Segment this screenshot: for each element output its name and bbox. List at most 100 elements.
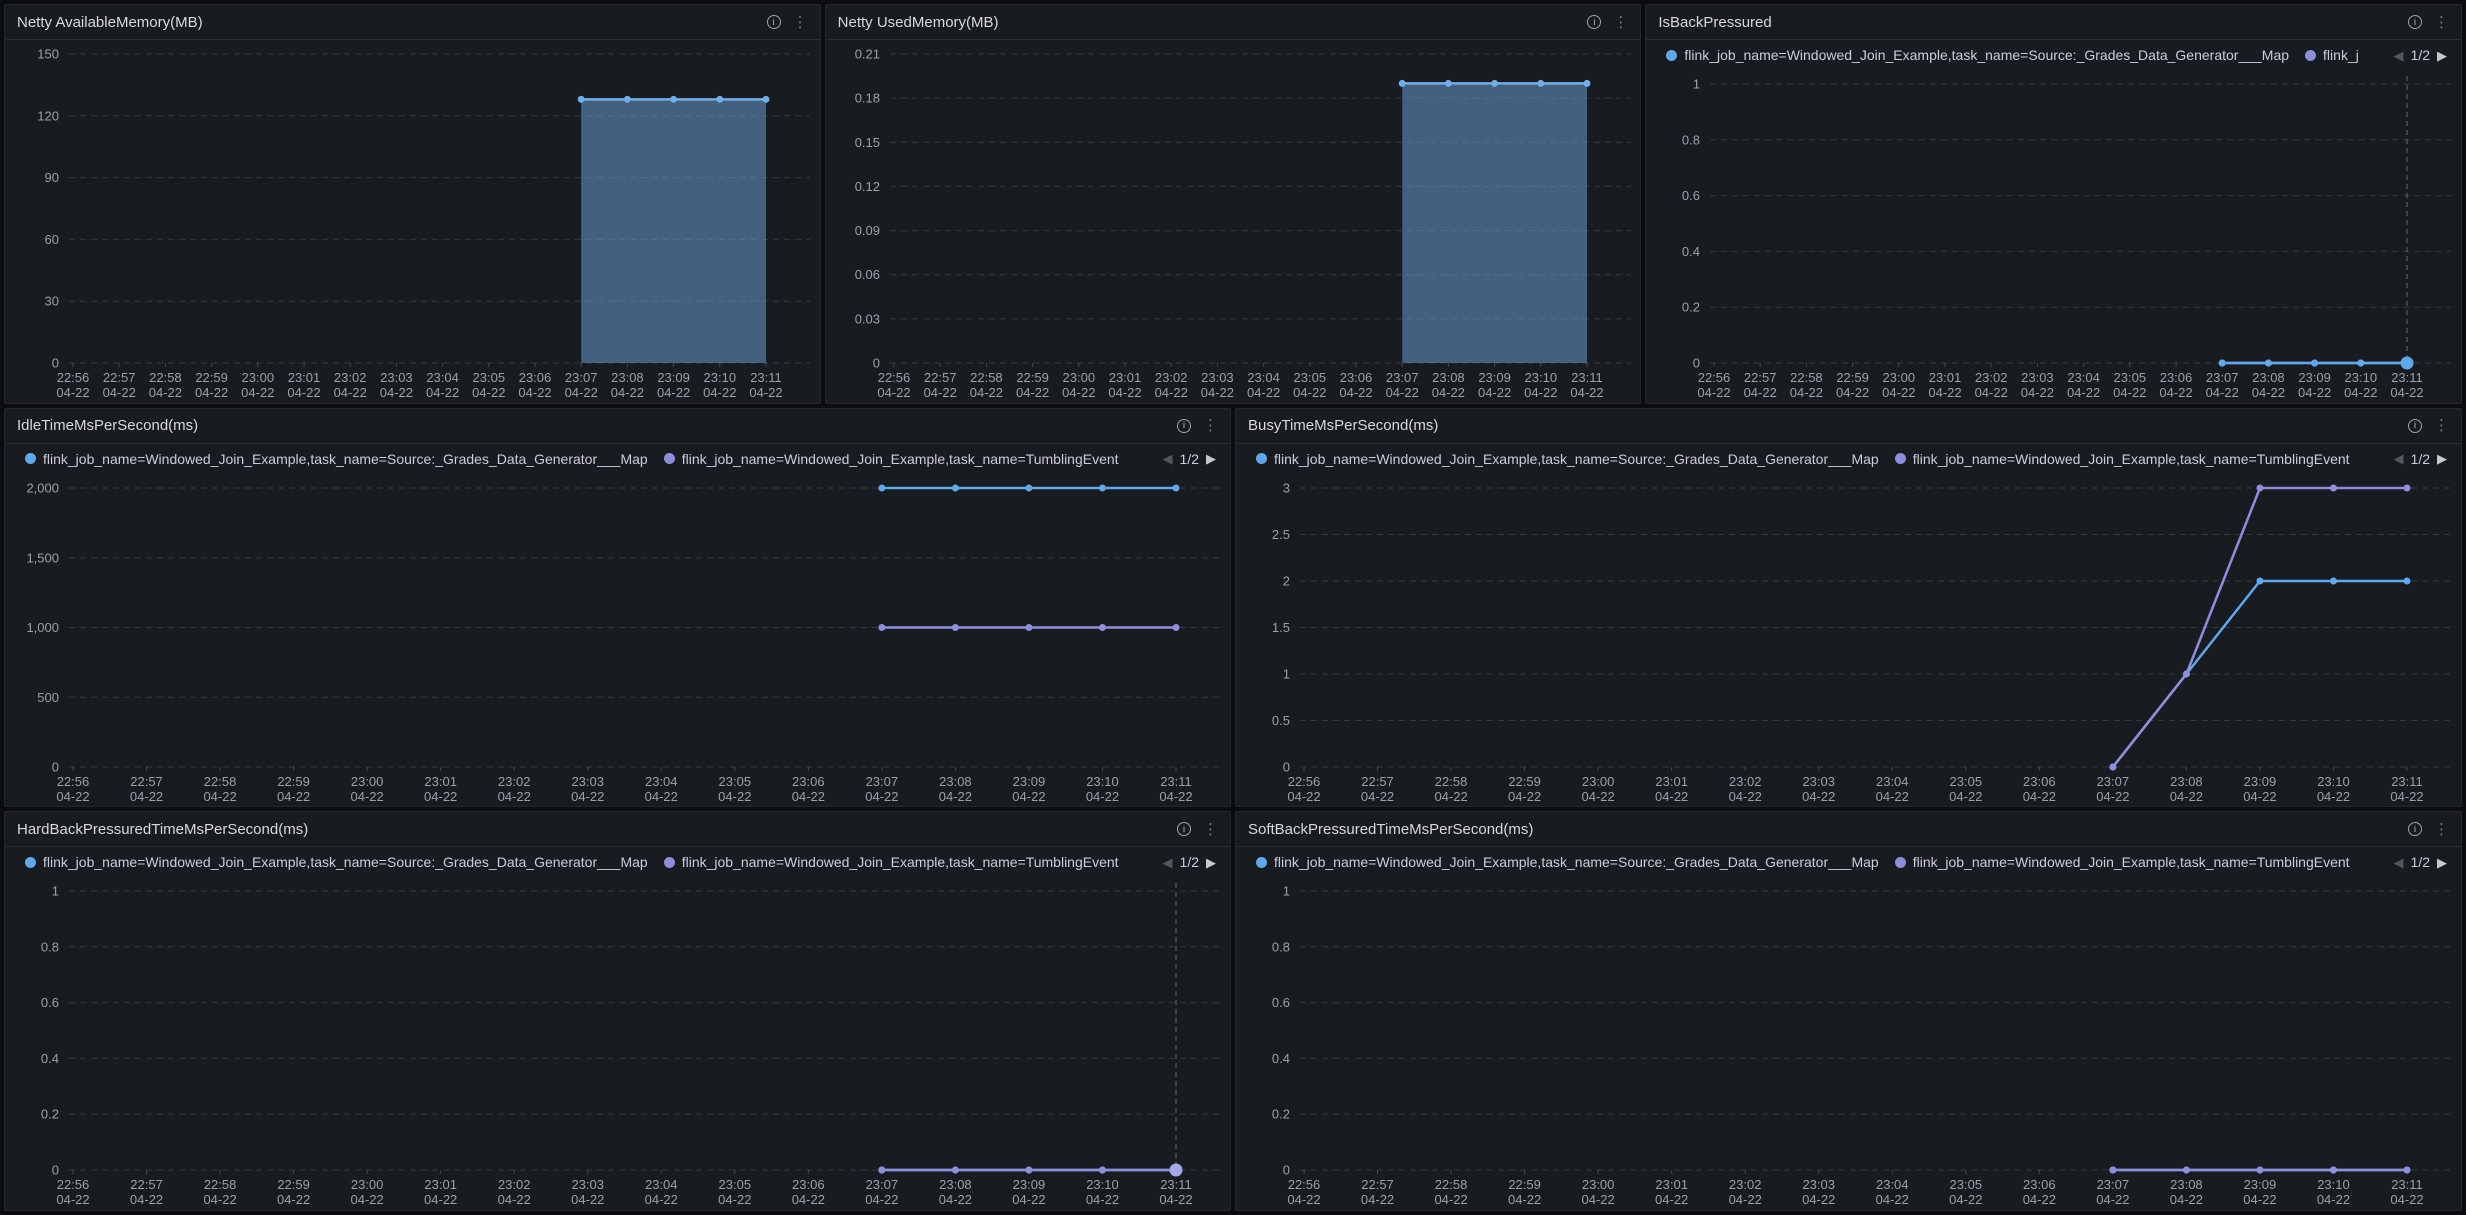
svg-text:04-22: 04-22	[334, 385, 367, 400]
svg-text:23:10: 23:10	[2317, 1177, 2350, 1192]
info-icon[interactable]	[1587, 15, 1601, 29]
svg-text:90: 90	[45, 170, 59, 185]
panel-title[interactable]: IsBackPressured	[1658, 14, 1771, 31]
legend-next-icon[interactable]	[2437, 856, 2447, 869]
kebab-menu-icon[interactable]	[1613, 15, 1628, 30]
info-icon[interactable]	[2408, 419, 2422, 433]
svg-text:23:01: 23:01	[1655, 1177, 1688, 1192]
time-series-plot[interactable]: 05001,0001,5002,00022:5604-2222:5704-222…	[5, 474, 1230, 807]
time-series-plot[interactable]: 00.20.40.60.8122:5604-2222:5704-2222:580…	[1236, 877, 2461, 1210]
svg-text:23:09: 23:09	[1478, 370, 1511, 385]
svg-text:23:10: 23:10	[2345, 370, 2378, 385]
svg-text:04-22: 04-22	[1012, 789, 1045, 804]
svg-text:23:00: 23:00	[1883, 370, 1916, 385]
info-icon[interactable]	[767, 15, 781, 29]
panel-netty-available-memory: Netty AvailableMemory(MB) 03060901201502…	[4, 4, 821, 404]
svg-text:04-22: 04-22	[103, 385, 136, 400]
info-icon[interactable]	[1177, 822, 1191, 836]
panel-title[interactable]: BusyTimeMsPerSecond(ms)	[1248, 417, 1438, 434]
legend-next-icon[interactable]	[2437, 49, 2447, 62]
kebab-menu-icon[interactable]	[1203, 822, 1218, 837]
legend-label: flink_job_name=Windowed_Join_Example,tas…	[1913, 451, 2350, 467]
legend-prev-icon[interactable]	[2394, 856, 2404, 869]
svg-text:04-22: 04-22	[2096, 789, 2129, 804]
svg-text:04-22: 04-22	[1200, 385, 1233, 400]
kebab-menu-icon[interactable]	[2434, 418, 2449, 433]
time-series-plot[interactable]: 030609012015022:5604-2222:5704-2222:5804…	[5, 40, 820, 403]
legend: flink_job_name=Windowed_Join_Example,tas…	[1646, 40, 2461, 70]
panel-title[interactable]: Netty UsedMemory(MB)	[838, 14, 999, 31]
info-icon[interactable]	[1177, 419, 1191, 433]
svg-text:23:03: 23:03	[571, 1177, 604, 1192]
svg-text:04-22: 04-22	[498, 789, 531, 804]
legend-next-icon[interactable]	[1206, 452, 1216, 465]
legend-item[interactable]: flink_job_name=Windowed_Join_Example,tas…	[1256, 451, 1879, 467]
legend-prev-icon[interactable]	[2394, 49, 2404, 62]
svg-text:04-22: 04-22	[2114, 385, 2147, 400]
svg-text:23:11: 23:11	[1160, 774, 1192, 789]
kebab-menu-icon[interactable]	[1203, 418, 1218, 433]
info-icon[interactable]	[2408, 822, 2422, 836]
legend: flink_job_name=Windowed_Join_Example,tas…	[1236, 847, 2461, 877]
legend-next-icon[interactable]	[1206, 856, 1216, 869]
svg-text:04-22: 04-22	[923, 385, 956, 400]
panel-title[interactable]: SoftBackPressuredTimeMsPerSecond(ms)	[1248, 821, 1533, 838]
legend-label: flink_job_name=Windowed_Join_Example,tas…	[43, 451, 648, 467]
svg-text:23:06: 23:06	[792, 774, 825, 789]
svg-text:23:08: 23:08	[939, 1177, 972, 1192]
panel-header-actions	[767, 15, 808, 30]
svg-text:23:08: 23:08	[2252, 370, 2285, 385]
svg-text:04-22: 04-22	[1159, 1192, 1192, 1207]
svg-text:22:56: 22:56	[877, 370, 910, 385]
legend-item[interactable]: flink_job_name=Windowed_Join_Example,tas…	[25, 451, 648, 467]
svg-text:22:59: 22:59	[1508, 774, 1541, 789]
legend-label: flink_job_name=Windowed_Join_Example,tas…	[1274, 854, 1879, 870]
panel-title[interactable]: IdleTimeMsPerSecond(ms)	[17, 417, 198, 434]
legend-item[interactable]: flink_job_name=Windowed_Join_Example,tas…	[1895, 451, 2350, 467]
svg-text:0: 0	[1693, 356, 1700, 371]
svg-text:04-22: 04-22	[645, 1192, 678, 1207]
legend-item[interactable]: flink_job_name=Windowed_Join_Example,tas…	[25, 854, 648, 870]
svg-text:0: 0	[52, 1163, 59, 1178]
legend-item[interactable]: flink_job_name=Windowed_Join_Example,tas…	[664, 451, 1119, 467]
svg-text:1: 1	[52, 884, 59, 899]
svg-text:23:04: 23:04	[645, 774, 678, 789]
legend: flink_job_name=Windowed_Join_Example,tas…	[5, 847, 1230, 877]
info-icon[interactable]	[2408, 15, 2422, 29]
svg-text:22:56: 22:56	[1698, 370, 1731, 385]
svg-text:04-22: 04-22	[1154, 385, 1187, 400]
panel-title[interactable]: HardBackPressuredTimeMsPerSecond(ms)	[17, 821, 308, 838]
legend-prev-icon[interactable]	[2394, 452, 2404, 465]
svg-text:04-22: 04-22	[645, 789, 678, 804]
svg-text:23:01: 23:01	[1108, 370, 1141, 385]
panel-is-back-pressured: IsBackPressured flink_job_name=Windowed_…	[1645, 4, 2462, 404]
panel-title[interactable]: Netty AvailableMemory(MB)	[17, 14, 203, 31]
time-series-plot[interactable]: 00.20.40.60.8122:5604-2222:5704-2222:580…	[1646, 70, 2461, 403]
kebab-menu-icon[interactable]	[2434, 15, 2449, 30]
time-series-plot[interactable]: 00.511.522.5322:5604-2222:5704-2222:5804…	[1236, 474, 2461, 807]
legend-item[interactable]: flink_job_name=Windowed_Join_Example,tas…	[1895, 854, 2350, 870]
svg-text:04-22: 04-22	[611, 385, 644, 400]
panel-header: Netty UsedMemory(MB)	[826, 5, 1641, 40]
kebab-menu-icon[interactable]	[2434, 822, 2449, 837]
legend-item[interactable]: flink_j	[2305, 47, 2359, 63]
legend-item[interactable]: flink_job_name=Windowed_Join_Example,tas…	[1666, 47, 2289, 63]
svg-text:23:09: 23:09	[1013, 774, 1046, 789]
legend-next-icon[interactable]	[2437, 452, 2447, 465]
time-series-plot[interactable]: 00.20.40.60.8122:5604-2222:5704-2222:580…	[5, 877, 1230, 1210]
legend-pagination: 1/2	[2394, 47, 2451, 63]
legend-item[interactable]: flink_job_name=Windowed_Join_Example,tas…	[1256, 854, 1879, 870]
svg-text:04-22: 04-22	[1876, 789, 1909, 804]
svg-text:04-22: 04-22	[1478, 385, 1511, 400]
svg-text:1: 1	[1283, 884, 1290, 899]
svg-text:0: 0	[1283, 759, 1290, 774]
legend-prev-icon[interactable]	[1163, 856, 1173, 869]
svg-text:23:07: 23:07	[565, 370, 598, 385]
legend-prev-icon[interactable]	[1163, 452, 1173, 465]
time-series-plot[interactable]: 00.030.060.090.120.150.180.2122:5604-222…	[826, 40, 1641, 403]
legend-label: flink_j	[2323, 47, 2359, 63]
svg-text:23:07: 23:07	[2097, 1177, 2130, 1192]
svg-text:23:02: 23:02	[334, 370, 367, 385]
kebab-menu-icon[interactable]	[793, 15, 808, 30]
legend-item[interactable]: flink_job_name=Windowed_Join_Example,tas…	[664, 854, 1119, 870]
